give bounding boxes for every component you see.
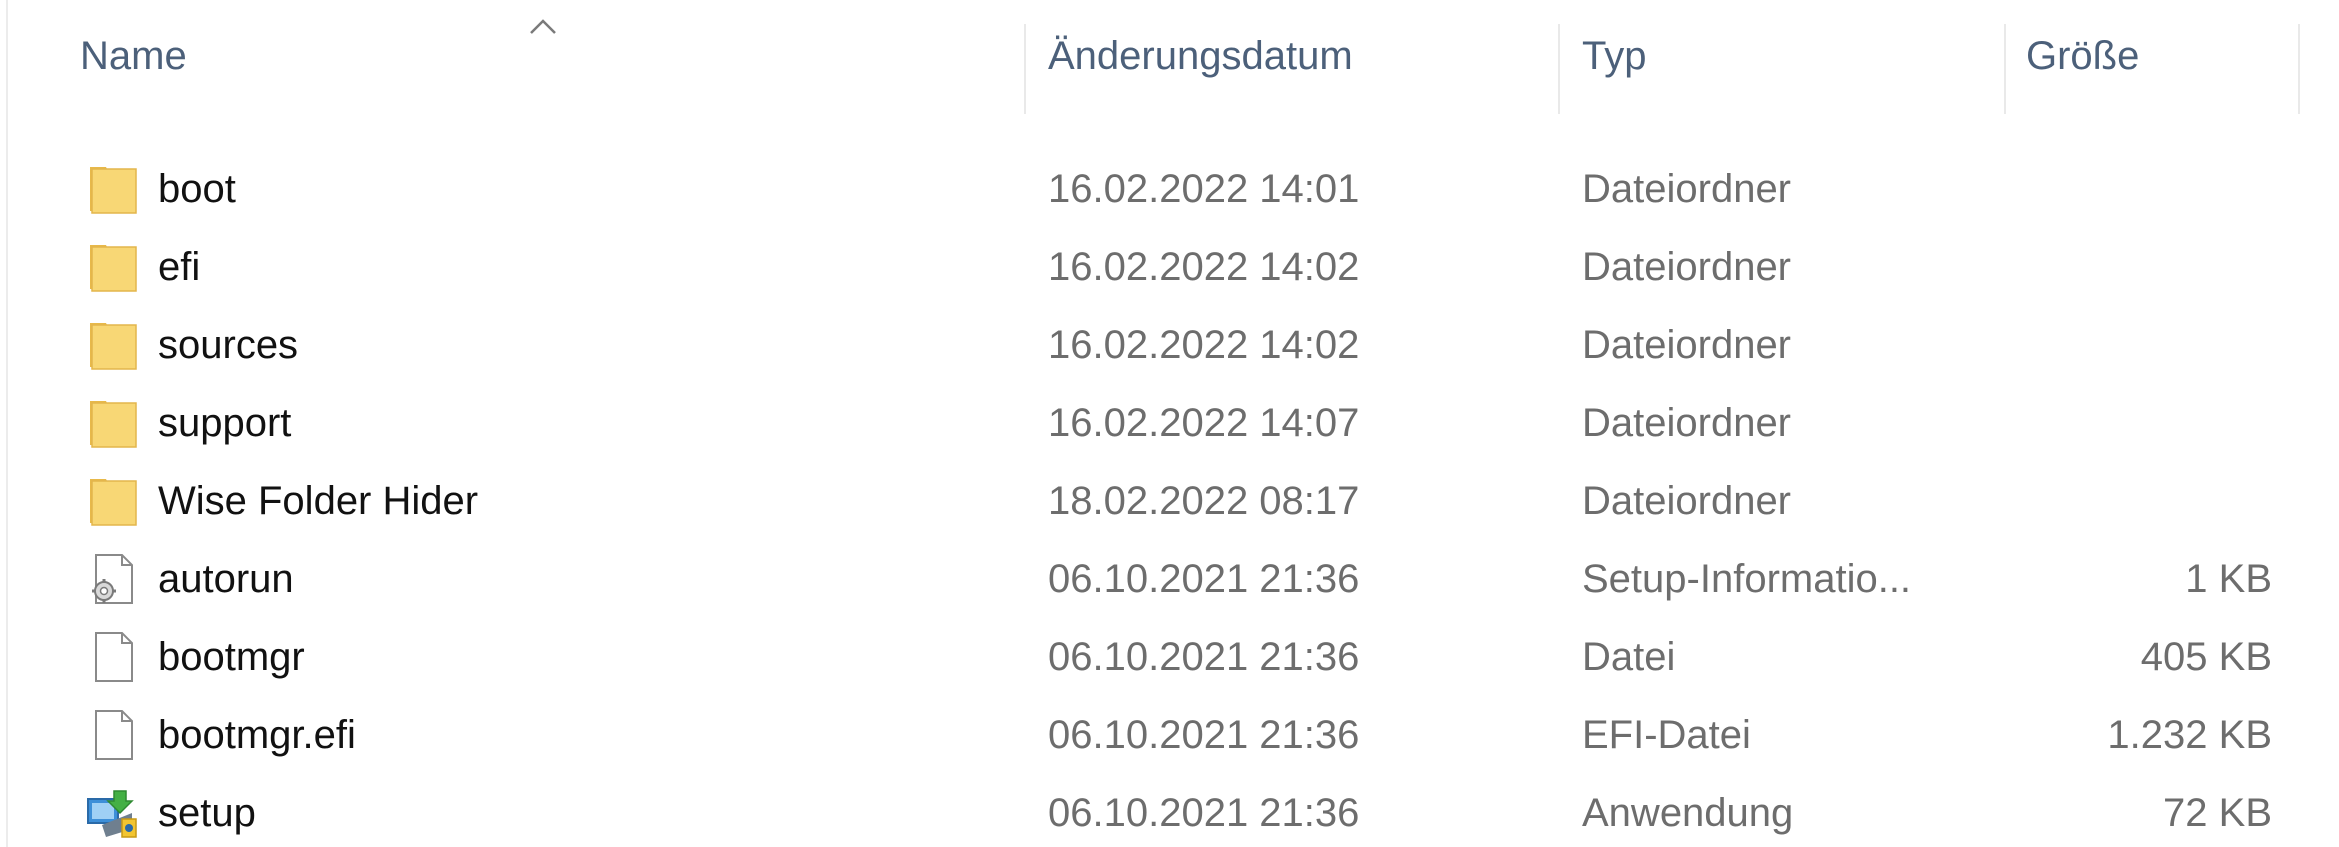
column-resize-handle[interactable] (2004, 24, 2006, 114)
column-resize-handle[interactable] (1558, 24, 1560, 114)
file-modified-date: 18.02.2022 08:17 (1048, 478, 1360, 523)
column-header-date[interactable]: Änderungsdatum (1048, 0, 1556, 112)
list-item[interactable]: bootmgr 06.10.2021 21:36 Datei 405 KB (0, 618, 2339, 696)
list-item[interactable]: setup 06.10.2021 21:36 Anwendung 72 KB (0, 774, 2339, 847)
folder-icon (90, 323, 137, 370)
file-explorer-list: Name Änderungsdatum Typ Größe boot 16.02… (0, 0, 2339, 847)
file-size: 1 KB (2185, 556, 2272, 601)
file-modified-date: 16.02.2022 14:02 (1048, 322, 1360, 367)
list-item[interactable]: efi 16.02.2022 14:02 Dateiordner (0, 228, 2339, 306)
column-header-size-label: Größe (2026, 33, 2140, 78)
file-name: Wise Folder Hider (158, 478, 479, 523)
file-icon (95, 632, 133, 682)
column-header-name[interactable]: Name (80, 0, 1022, 112)
setup-info-file-icon (92, 554, 133, 604)
file-modified-date: 06.10.2021 21:36 (1048, 712, 1360, 757)
folder-icon (90, 245, 137, 292)
file-name: autorun (158, 556, 294, 601)
column-header-date-label: Änderungsdatum (1048, 33, 1353, 78)
file-icon (95, 710, 133, 760)
folder-icon (90, 167, 137, 214)
file-type: Dateiordner (1582, 166, 1792, 211)
column-resize-handle[interactable] (2298, 24, 2300, 114)
column-header-type-label: Typ (1582, 33, 1647, 78)
setup-application-icon (87, 790, 137, 838)
file-name: efi (158, 244, 201, 289)
file-size: 72 KB (2163, 790, 2272, 835)
column-resize-handle[interactable] (1024, 24, 1026, 114)
file-modified-date: 16.02.2022 14:01 (1048, 166, 1360, 211)
file-type: Datei (1582, 634, 1676, 679)
file-modified-date: 06.10.2021 21:36 (1048, 634, 1360, 679)
list-item[interactable]: Wise Folder Hider 18.02.2022 08:17 Datei… (0, 462, 2339, 540)
column-header-name-label: Name (80, 33, 187, 78)
file-name: boot (158, 166, 236, 211)
file-type: Dateiordner (1582, 478, 1792, 523)
file-name: sources (158, 322, 299, 367)
file-name: setup (158, 790, 256, 835)
file-size: 1.232 KB (2107, 712, 2272, 757)
file-name: bootmgr (158, 634, 305, 679)
file-modified-date: 06.10.2021 21:36 (1048, 790, 1360, 835)
file-type: Anwendung (1582, 790, 1794, 835)
file-name: bootmgr.efi (158, 712, 356, 757)
list-item[interactable]: sources 16.02.2022 14:02 Dateiordner (0, 306, 2339, 384)
file-type: Dateiordner (1582, 244, 1792, 289)
file-type: Setup-Informatio... (1582, 556, 1912, 601)
folder-icon (90, 479, 137, 526)
column-header-bar: Name Änderungsdatum Typ Größe (0, 0, 2339, 114)
column-header-type[interactable]: Typ (1582, 0, 2000, 112)
file-modified-date: 06.10.2021 21:36 (1048, 556, 1360, 601)
folder-icon (90, 401, 137, 448)
file-name: support (158, 400, 292, 445)
list-item[interactable]: support 16.02.2022 14:07 Dateiordner (0, 384, 2339, 462)
list-item[interactable]: bootmgr.efi 06.10.2021 21:36 EFI-Datei 1… (0, 696, 2339, 774)
file-type: Dateiordner (1582, 400, 1792, 445)
file-modified-date: 16.02.2022 14:02 (1048, 244, 1360, 289)
file-type: EFI-Datei (1582, 712, 1751, 757)
file-modified-date: 16.02.2022 14:07 (1048, 400, 1360, 445)
list-item[interactable]: autorun 06.10.2021 21:36 Setup-Informati… (0, 540, 2339, 618)
file-size: 405 KB (2140, 634, 2272, 679)
column-header-size[interactable]: Größe (2026, 0, 2296, 112)
list-item[interactable]: boot 16.02.2022 14:01 Dateiordner (0, 150, 2339, 228)
file-type: Dateiordner (1582, 322, 1792, 367)
